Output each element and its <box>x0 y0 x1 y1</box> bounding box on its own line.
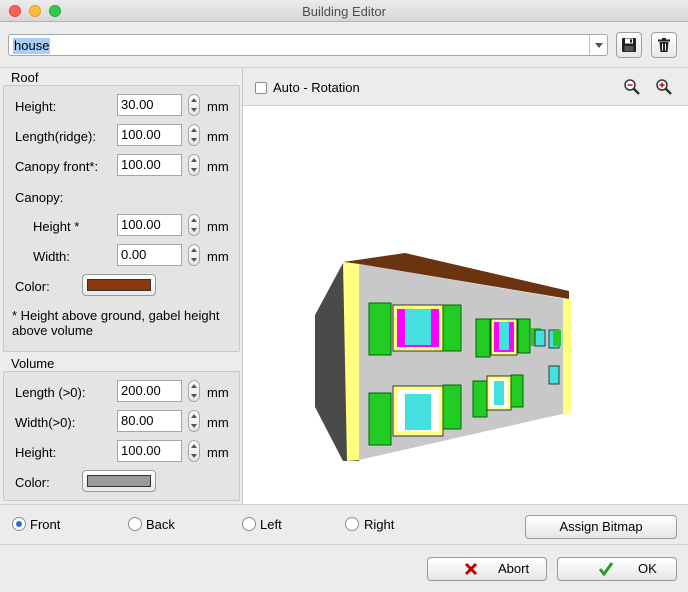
volume-length-unit: mm <box>207 385 229 400</box>
volume-height-label: Height: <box>15 445 57 460</box>
volume-length-stepper[interactable] <box>188 380 200 402</box>
roof-height-input[interactable]: 30.00 <box>117 94 182 116</box>
building-name-combobox[interactable]: house <box>8 34 608 56</box>
volume-color-swatch <box>87 475 151 487</box>
building-3d-preview <box>315 253 571 461</box>
shutter-left <box>368 392 392 446</box>
view-right-label[interactable]: Right <box>364 517 394 532</box>
roof-length-stepper[interactable] <box>188 124 200 146</box>
volume-height-input[interactable]: 100.00 <box>117 440 182 462</box>
checkmark-icon <box>598 562 614 577</box>
volume-color-button[interactable] <box>82 470 156 492</box>
shutter-right <box>517 318 531 354</box>
view-left-radio[interactable] <box>242 517 256 531</box>
canopy-label: Canopy: <box>15 190 64 205</box>
shutter-left <box>368 302 392 356</box>
roof-footnote: * Height above ground, gabel height abov… <box>12 308 220 338</box>
window-title: Building Editor <box>302 4 386 19</box>
volume-height-unit: mm <box>207 445 229 460</box>
ok-button[interactable]: OK <box>557 557 677 581</box>
canopy-width-label: Width: <box>33 249 70 264</box>
roof-length-label: Length(ridge): <box>15 129 96 144</box>
volume-section-label: Volume <box>11 356 55 371</box>
canopy-width-stepper[interactable] <box>188 244 200 266</box>
shutter-right <box>553 330 561 346</box>
roof-section-label: Roof <box>11 70 39 85</box>
preview-panel: Auto - Rotation <box>242 68 688 504</box>
save-icon <box>622 38 636 52</box>
roof-color-swatch <box>87 279 151 291</box>
volume-length-label: Length (>0): <box>15 385 86 400</box>
footer: Abort OK <box>0 544 688 592</box>
roof-color-button[interactable] <box>82 274 156 296</box>
canopy-height-input[interactable]: 100.00 <box>117 214 182 236</box>
delete-button[interactable] <box>651 32 677 58</box>
assign-bitmap-button[interactable]: Assign Bitmap <box>525 515 677 539</box>
window-glass <box>405 394 431 430</box>
shutter-left <box>472 380 488 418</box>
auto-rotation-label[interactable]: Auto - Rotation <box>273 80 360 95</box>
view-back-radio[interactable] <box>128 517 142 531</box>
zoom-out-icon[interactable] <box>623 78 641 96</box>
volume-length-input[interactable]: 200.00 <box>117 380 182 402</box>
shutter-right <box>442 304 462 352</box>
view-selector: Front Back Left Right Assign Bitmap <box>0 504 688 544</box>
canopy-front-label: Canopy front*: <box>15 159 99 174</box>
preview-toolbar: Auto - Rotation <box>243 68 688 106</box>
shutter-right <box>442 384 462 430</box>
auto-rotation-checkbox[interactable] <box>255 82 267 94</box>
window-glass <box>494 381 504 405</box>
roof-height-stepper[interactable] <box>188 94 200 116</box>
volume-width-stepper[interactable] <box>188 410 200 432</box>
save-button[interactable] <box>616 32 642 58</box>
title-bar: Building Editor <box>0 0 688 22</box>
canopy-front-stepper[interactable] <box>188 154 200 176</box>
window-glass <box>405 309 431 345</box>
canopy-front-input[interactable]: 100.00 <box>117 154 182 176</box>
roof-height-label: Height: <box>15 99 57 114</box>
zoom-in-icon[interactable] <box>655 78 673 96</box>
roof-height-unit: mm <box>207 99 229 114</box>
roof-color-label: Color: <box>15 279 50 294</box>
shutter-left <box>475 318 491 358</box>
toolbar: house <box>0 22 688 68</box>
shutter-right <box>510 374 524 408</box>
window-glass <box>499 322 509 350</box>
canopy-width-input[interactable]: 0.00 <box>117 244 182 266</box>
canopy-width-unit: mm <box>207 249 229 264</box>
view-left-label[interactable]: Left <box>260 517 282 532</box>
volume-group: Length (>0): 200.00 mm Width(>0): 80.00 … <box>3 371 240 501</box>
volume-width-input[interactable]: 80.00 <box>117 410 182 432</box>
canopy-front-unit: mm <box>207 159 229 174</box>
volume-color-label: Color: <box>15 475 50 490</box>
view-front-label[interactable]: Front <box>30 517 60 532</box>
properties-panel: Roof Height: 30.00 mm Length(ridge): 100… <box>0 68 241 504</box>
window <box>548 365 560 385</box>
trash-icon <box>658 38 670 52</box>
view-right-radio[interactable] <box>345 517 359 531</box>
abort-button[interactable]: Abort <box>427 557 547 581</box>
roof-length-input[interactable]: 100.00 <box>117 124 182 146</box>
canopy-height-label: Height * <box>33 219 80 234</box>
abort-label: Abort <box>498 561 530 576</box>
building-name-input[interactable]: house <box>13 38 51 54</box>
view-back-label[interactable]: Back <box>146 517 175 532</box>
volume-height-stepper[interactable] <box>188 440 200 462</box>
roof-length-unit: mm <box>207 129 229 144</box>
facade-right-edge <box>563 298 571 416</box>
volume-width-label: Width(>0): <box>15 415 76 430</box>
view-front-radio[interactable] <box>12 517 26 531</box>
volume-width-unit: mm <box>207 415 229 430</box>
canopy-height-stepper[interactable] <box>188 214 200 236</box>
ok-label: OK <box>638 561 657 576</box>
canopy-height-unit: mm <box>207 219 229 234</box>
x-mark-icon <box>464 562 478 576</box>
window <box>534 329 546 347</box>
roof-group: Height: 30.00 mm Length(ridge): 100.00 m… <box>3 85 240 352</box>
chevron-down-icon[interactable] <box>589 35 607 55</box>
